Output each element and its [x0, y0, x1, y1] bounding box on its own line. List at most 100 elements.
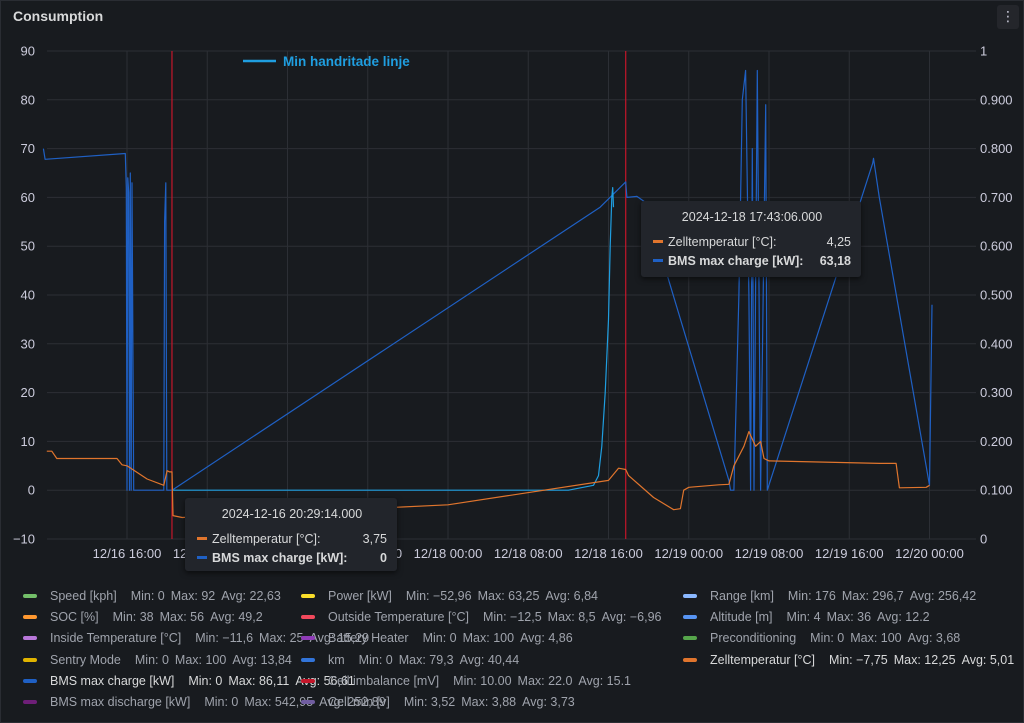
legend-swatch — [301, 657, 315, 662]
y-tick-left: 0 — [28, 483, 35, 498]
legend-series-name: Preconditioning — [710, 631, 797, 646]
y-tick-right: 0.700 — [980, 190, 1013, 205]
legend-swatch — [23, 615, 37, 620]
legend-min: Min: 0 — [188, 673, 223, 688]
legend-min: Min: 0 — [134, 652, 169, 667]
legend-swatch — [23, 678, 37, 683]
legend-swatch — [301, 678, 315, 683]
legend-swatch — [683, 594, 697, 598]
legend-min: Min: 0 — [810, 631, 845, 646]
legend-max: Max: 296,7 — [841, 589, 904, 603]
zelltemperatur-c-line — [46, 431, 930, 519]
legend-swatch — [23, 657, 37, 662]
legend-min: Min: 3,52 — [403, 694, 456, 709]
annotation-label: Min handritade linje — [283, 54, 410, 69]
legend-item[interactable]: Speed [kph] Min: 0 Max: 92 Avg: 22,63 — [23, 589, 287, 603]
legend-item[interactable]: km Min: 0 Max: 79,3 Avg: 40,44 — [301, 653, 525, 667]
legend-min: Min: 0 — [204, 694, 239, 709]
legend-min: Min: 38 — [112, 610, 154, 625]
legend-item[interactable]: Range [km] Min: 176 Max: 296,7 Avg: 256,42 — [683, 589, 982, 603]
y-tick-left: 30 — [21, 336, 35, 351]
legend-avg: Avg: 49,2 — [210, 610, 263, 625]
legend-max: Max: 3,88 — [461, 694, 517, 709]
legend-swatch — [23, 699, 37, 704]
legend-min: Min: −11,6 — [195, 631, 254, 646]
x-tick: 12/18 00:00 — [414, 546, 483, 561]
legend-max: Max: 79,3 — [398, 652, 454, 667]
legend-swatch — [683, 615, 697, 620]
legend-avg: Avg: 12.2 — [877, 610, 930, 625]
legend-avg: Avg: 15.1 — [578, 673, 632, 688]
tooltip-row-label: Zelltemperatur [°C]: — [668, 234, 777, 249]
legend-row: SOC [%] Min: 38 Max: 56 Avg: 49,2 Outside Te… — [23, 610, 1023, 631]
legend-item[interactable]: Zelltemperatur [°C] Min: −7,75 Max: 12,25 A… — [683, 653, 1020, 667]
legend-min: Min: −7,75 — [829, 652, 888, 667]
legend-item[interactable]: Cell min [v] Min: 3,52 Max: 3,88 Avg: 3,73 — [301, 695, 581, 709]
legend-series-name: Inside Temperature [°C] — [50, 631, 182, 646]
legend-series-name: Altitude [m] — [710, 610, 773, 625]
y-tick-right: 0.400 — [980, 336, 1013, 351]
zelltemperatur-swatch — [197, 537, 207, 540]
legend-row: Speed [kph] Min: 0 Max: 92 Avg: 22,63 Power … — [23, 589, 1023, 610]
legend-max: Max: 100 — [462, 631, 515, 646]
legend-max: Max: 25 — [259, 631, 304, 646]
legend-item[interactable]: Preconditioning Min: 0 Max: 100 Avg: 3,68 — [683, 631, 966, 645]
tooltip-row-value: 0 — [380, 550, 387, 565]
x-tick: 12/18 08:00 — [494, 546, 563, 561]
x-tick: 12/18 16:00 — [574, 546, 643, 561]
legend-max: Max: 8,5 — [547, 610, 596, 625]
annotation-legend: Min handritade linje — [243, 54, 410, 69]
consumption-panel: Consumption ⋮ 90 80 70 60 50 40 30 20 10 0 −10 1 0.… — [0, 0, 1024, 723]
y-tick-right: 1 — [980, 44, 987, 59]
legend-max: Max: 92 — [170, 589, 216, 603]
legend-row: BMS max discharge [kW] Min: 0 Max: 542,95 A… — [23, 695, 1023, 716]
legend-row: Inside Temperature [°C] Min: −11,6 Max: 25… — [23, 631, 1023, 652]
y-tick-left: 40 — [21, 288, 35, 303]
legend-max: Max: 12,25 — [893, 652, 956, 667]
legend-max: Max: 100 — [850, 631, 902, 646]
legend-max: Max: 100 — [174, 652, 227, 667]
consumption-chart[interactable]: 90 80 70 60 50 40 30 20 10 0 −10 1 0.900 0.800 0.700 0… — [1, 1, 1024, 586]
x-tick: 12/19 16:00 — [815, 546, 884, 561]
bms-max-charge-kw-line — [42, 69, 933, 491]
legend-item[interactable]: Outside Temperature [°C] Min: −12,5 Max: 8… — [301, 610, 668, 624]
legend-series-name: Battery Heater — [328, 631, 409, 646]
tooltip-row-label: BMS max charge [kW]: — [212, 550, 348, 565]
y-tick-right: 0.300 — [980, 385, 1013, 400]
legend-item[interactable]: Cell imbalance [mV] Min: 10.00 Max: 22.0 Av… — [301, 674, 637, 688]
tooltip-row-bms-charge: BMS max charge [kW]: 63,18 — [653, 251, 851, 270]
y-tick-right: 0.500 — [980, 288, 1013, 303]
min-handritade-linje-line — [172, 187, 615, 491]
series-lines — [42, 69, 933, 519]
tooltip-left: 2024-12-16 20:29:14.000 Zelltemperatur [… — [185, 498, 397, 571]
tooltip-row-value: 3,75 — [362, 531, 387, 546]
legend-min: Min: 0 — [130, 589, 165, 603]
tooltip-row-label: BMS max charge [kW]: — [668, 253, 804, 268]
legend-min: Min: 176 — [787, 589, 836, 603]
legend-swatch — [301, 615, 315, 620]
legend-series-name: Cell min [v] — [328, 694, 390, 709]
y-tick-right: 0 — [980, 532, 987, 547]
legend-item[interactable]: Power [kW] Min: −52,96 Max: 63,25 Avg: 6,84 — [301, 589, 604, 603]
legend-avg: Avg: −6,96 — [601, 610, 662, 625]
y-tick-left: 60 — [21, 190, 35, 205]
legend-avg: Avg: 256,42 — [909, 589, 977, 603]
legend-item[interactable]: SOC [%] Min: 38 Max: 56 Avg: 49,2 — [23, 610, 269, 624]
legend-item[interactable]: Altitude [m] Min: 4 Max: 36 Avg: 12.2 — [683, 610, 936, 624]
y-tick-right: 0.100 — [980, 483, 1013, 498]
legend-avg: Avg: 40,44 — [459, 652, 520, 667]
tooltip-row-value: 4,25 — [826, 234, 851, 249]
legend-item[interactable]: Battery Heater Min: 0 Max: 100 Avg: 4,86 — [301, 631, 579, 645]
legend-swatch — [301, 594, 315, 598]
bms-charge-swatch — [197, 556, 207, 559]
legend-item[interactable]: Sentry Mode Min: 0 Max: 100 Avg: 13,84 — [23, 653, 298, 667]
y-tick-right: 0.600 — [980, 239, 1013, 254]
y-tick-right: 0.200 — [980, 434, 1013, 449]
legend-series-name: BMS max discharge [kW] — [50, 694, 191, 709]
legend-avg: Avg: 3,68 — [907, 631, 961, 646]
legend-row: Sentry Mode Min: 0 Max: 100 Avg: 13,84 km Min… — [23, 653, 1023, 674]
y-tick-left: 20 — [21, 385, 35, 400]
zelltemperatur-swatch — [653, 240, 663, 243]
legend-swatch — [301, 636, 315, 641]
legend-series-name: Sentry Mode — [50, 652, 121, 667]
